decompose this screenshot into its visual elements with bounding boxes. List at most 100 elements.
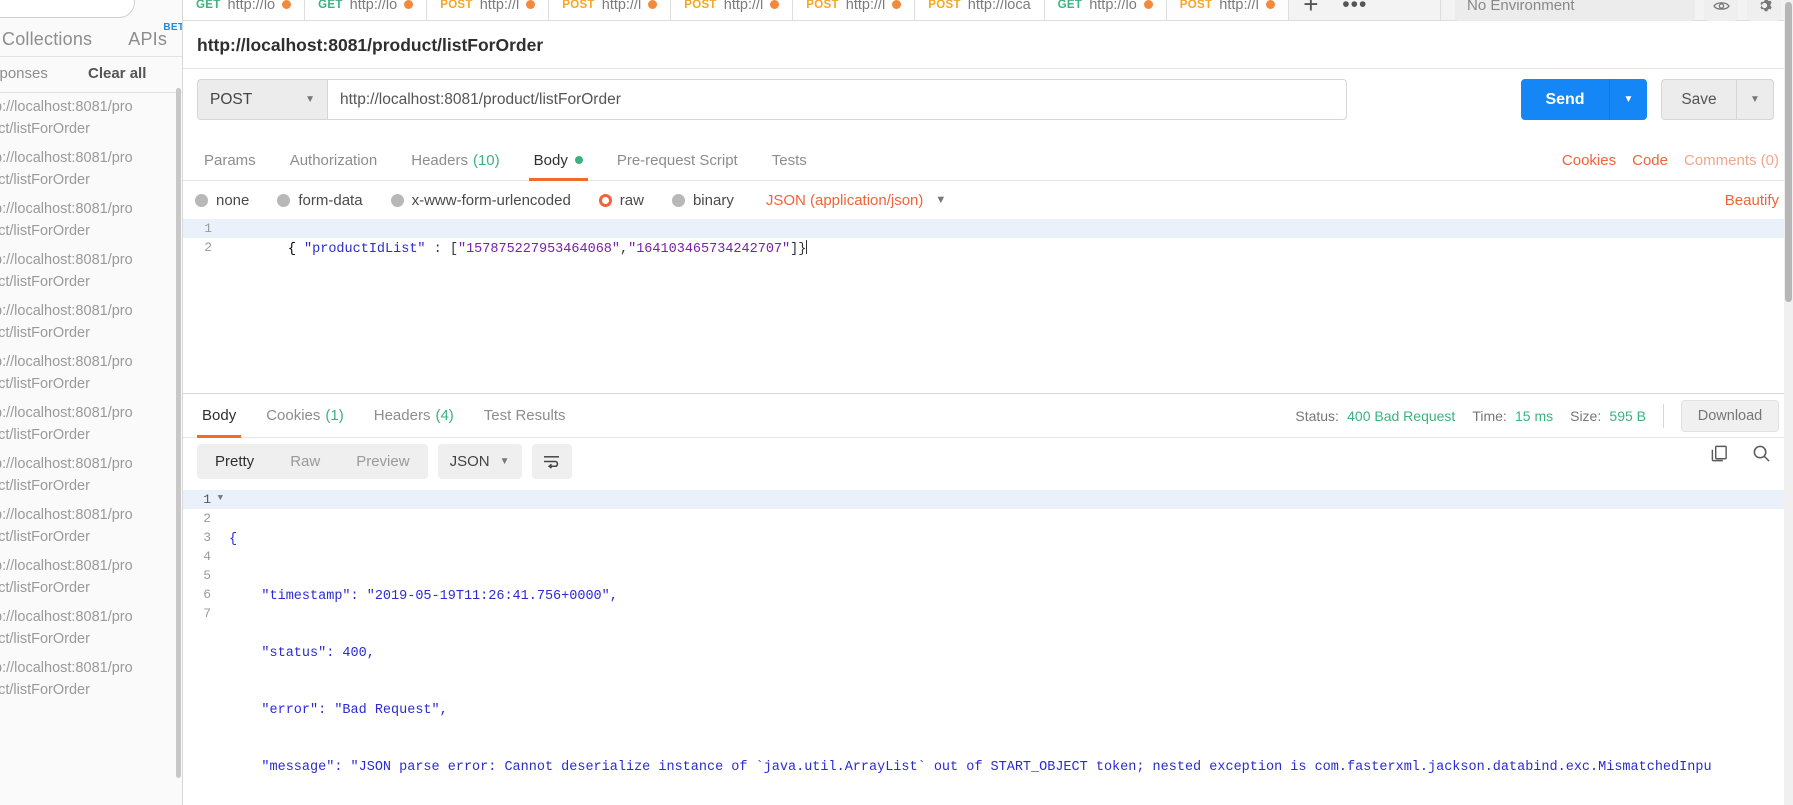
list-item[interactable]: tp://localhost:8081/pro uct/listForOrder: [0, 453, 182, 504]
list-item[interactable]: tp://localhost:8081/pro uct/listForOrder: [0, 198, 182, 249]
list-item[interactable]: tp://localhost:8081/pro uct/listForOrder: [0, 657, 182, 708]
tab-method: GET: [1057, 0, 1083, 11]
body-type-binary[interactable]: binary: [671, 191, 734, 209]
tab-pre-request-script[interactable]: Pre-request Script: [600, 140, 755, 181]
response-format-select[interactable]: JSON ▼: [437, 444, 522, 479]
response-view-modes: Pretty Raw Preview: [197, 444, 428, 479]
list-item[interactable]: tp://localhost:8081/pro uct/listForOrder: [0, 402, 182, 453]
request-tab[interactable]: GET http://lo: [1044, 0, 1167, 20]
comments-link[interactable]: Comments (0): [1684, 152, 1779, 169]
save-options-button[interactable]: ▼: [1736, 79, 1774, 120]
tab-tests[interactable]: Tests: [755, 140, 824, 181]
page-title: http://localhost:8081/product/listForOrd…: [197, 34, 544, 55]
body-type-binary-label: binary: [692, 191, 734, 209]
response-tab-test-results[interactable]: Test Results: [469, 394, 581, 438]
request-tab[interactable]: GET http://lo: [305, 0, 428, 20]
gear-icon[interactable]: [1747, 0, 1781, 21]
request-tab[interactable]: GET http://lo: [183, 0, 306, 20]
sidebar-tab-collections-label: Collections: [2, 28, 93, 49]
beautify-button[interactable]: Beautify: [1725, 181, 1779, 219]
new-tab-button[interactable]: +: [1289, 0, 1333, 20]
tab-body[interactable]: Body: [517, 140, 600, 181]
tab-method: POST: [684, 0, 717, 11]
tab-url: http://lo: [349, 0, 398, 13]
size-badge: Size: 595 B: [1570, 408, 1646, 425]
window-scrollbar[interactable]: [1784, 0, 1793, 805]
request-tab[interactable]: POST http://l: [427, 0, 550, 20]
response-tab-body[interactable]: Body: [187, 394, 251, 438]
view-mode-raw[interactable]: Raw: [272, 444, 338, 479]
response-body-editor[interactable]: 1 ▼ 2 3 4 5 6 7 { "timestamp": "2019-05-…: [183, 490, 1793, 805]
http-method-select[interactable]: POST ▼: [197, 79, 327, 120]
fold-toggle-icon[interactable]: ▼: [218, 493, 223, 503]
list-item[interactable]: tp://localhost:8081/pro uct/listForOrder: [0, 351, 182, 402]
tab-authorization[interactable]: Authorization: [273, 140, 395, 181]
sidebar-tab-collections[interactable]: Collections: [2, 29, 92, 50]
clear-all-button[interactable]: Clear all: [88, 65, 146, 82]
line-number: 5: [203, 568, 211, 583]
list-item[interactable]: tp://localhost:8081/pro uct/listForOrder: [0, 504, 182, 555]
code-token: ]}: [790, 242, 807, 257]
time-badge: Time: 15 ms: [1472, 408, 1553, 425]
body-type-urlencoded[interactable]: x-www-form-urlencoded: [390, 192, 571, 209]
url-input[interactable]: http://localhost:8081/product/listForOrd…: [327, 79, 1347, 120]
code-link[interactable]: Code: [1632, 152, 1668, 169]
history-url-line2: uct/listForOrder: [0, 223, 90, 239]
body-type-raw-label: raw: [619, 191, 644, 209]
request-body-editor[interactable]: 1 2 { "productIdList" : ["15787522795346…: [183, 219, 1793, 394]
send-button[interactable]: Send: [1521, 79, 1609, 120]
status-label: Status:: [1295, 407, 1339, 424]
download-button[interactable]: Download: [1681, 400, 1779, 432]
body-type-none[interactable]: none: [195, 192, 249, 209]
tab-headers[interactable]: Headers (10): [394, 140, 516, 181]
history-url-line1: tp://localhost:8081/pro: [0, 354, 133, 370]
history-url-line2: uct/listForOrder: [0, 172, 90, 188]
request-tab[interactable]: POST http://loca: [915, 0, 1045, 20]
response-actions: [1710, 444, 1771, 467]
view-mode-preview[interactable]: Preview: [338, 444, 427, 479]
list-item[interactable]: tp://localhost:8081/pro uct/listForOrder: [0, 606, 182, 657]
scrollbar-thumb[interactable]: [1785, 2, 1792, 302]
word-wrap-icon[interactable]: [531, 444, 572, 479]
history-url-line2: uct/listForOrder: [0, 478, 90, 494]
request-tab[interactable]: POST http://l: [671, 0, 794, 20]
tab-params[interactable]: Params: [187, 140, 273, 181]
list-item[interactable]: tp://localhost:8081/pro uct/listForOrder: [0, 300, 182, 351]
sidebar: Collections APIs BETA sponses Clear all …: [0, 0, 183, 805]
sidebar-tab-apis[interactable]: APIs BETA: [128, 22, 182, 50]
sidebar-scrollbar[interactable]: [176, 88, 181, 778]
list-item[interactable]: tp://localhost:8081/pro uct/listForOrder: [0, 555, 182, 606]
content-type-select[interactable]: JSON (application/json) ▼: [766, 192, 946, 209]
response-tab-cookies[interactable]: Cookies (1): [251, 394, 359, 438]
list-item[interactable]: tp://localhost:8081/pro uct/listForOrder: [0, 147, 182, 198]
history-url-line2: uct/listForOrder: [0, 631, 90, 647]
response-tab-headers[interactable]: Headers (4): [359, 394, 469, 438]
send-options-button[interactable]: ▼: [1609, 79, 1647, 120]
search-icon[interactable]: [1752, 444, 1771, 467]
eye-icon[interactable]: [1704, 0, 1738, 21]
request-tab[interactable]: POST http://l: [549, 0, 672, 20]
tab-method: GET: [318, 0, 343, 11]
view-mode-pretty[interactable]: Pretty: [197, 444, 272, 479]
request-tab[interactable]: POST http://l: [793, 0, 916, 20]
tab-params-label: Params: [204, 151, 256, 169]
request-tab-active[interactable]: POST http://l: [1166, 0, 1289, 20]
code-token: "164103465734242707": [628, 242, 791, 257]
save-button[interactable]: Save: [1661, 79, 1736, 120]
environment-select[interactable]: No Environment: [1455, 0, 1695, 21]
request-tabs: Params Authorization Headers (10) Body P…: [183, 140, 1793, 181]
code-line: {: [229, 532, 238, 547]
copy-icon[interactable]: [1710, 444, 1729, 467]
list-item[interactable]: tp://localhost:8081/pro uct/listForOrder: [0, 96, 182, 147]
unsaved-dot-icon: [404, 0, 414, 9]
history-url-line1: tp://localhost:8081/pro: [0, 405, 133, 421]
sidebar-search-input[interactable]: [0, 0, 135, 18]
line-number: 1: [204, 221, 212, 236]
unsaved-dot-icon: [892, 0, 902, 9]
body-type-raw[interactable]: raw: [598, 191, 644, 209]
tab-options-button[interactable]: •••: [1333, 0, 1377, 20]
body-type-form-data[interactable]: form-data: [277, 192, 363, 209]
response-toolbar: Pretty Raw Preview JSON ▼: [197, 444, 572, 479]
cookies-link[interactable]: Cookies: [1562, 152, 1616, 169]
list-item[interactable]: tp://localhost:8081/pro uct/listForOrder: [0, 249, 182, 300]
